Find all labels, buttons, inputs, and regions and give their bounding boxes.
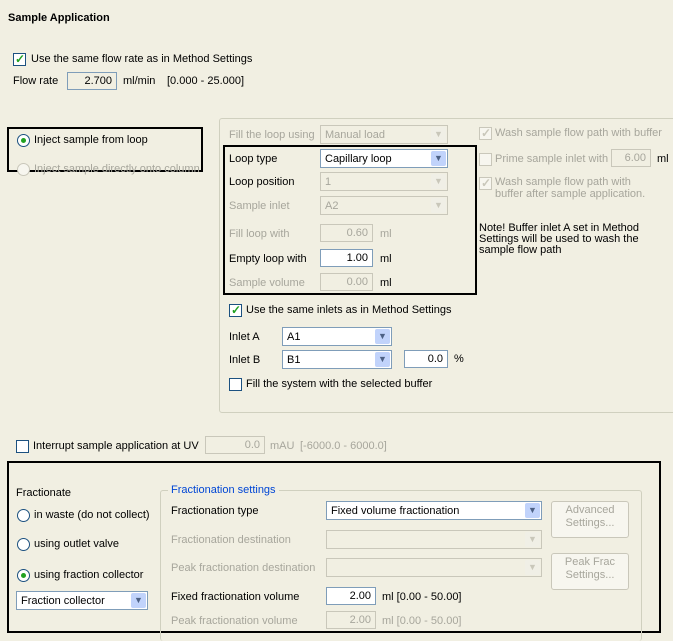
flow-rate-unit: ml/min xyxy=(123,75,156,87)
fraction-collector-dropdown[interactable]: Fraction collector ▼ xyxy=(16,591,148,610)
fractionation-destination-label: Fractionation destination xyxy=(171,534,291,546)
inject-from-loop-radio[interactable] xyxy=(17,134,30,147)
inlet-b-dropdown[interactable]: B1 ▼ xyxy=(282,350,392,369)
empty-loop-with-unit: ml xyxy=(380,253,392,265)
prime-inlet-unit: ml xyxy=(657,153,669,165)
waste-radio[interactable] xyxy=(17,509,30,522)
fill-system-checkbox[interactable] xyxy=(229,378,242,391)
interrupt-uv-checkbox[interactable] xyxy=(16,440,29,453)
loop-type-label: Loop type xyxy=(229,153,278,165)
chevron-down-icon: ▼ xyxy=(525,532,540,547)
check-icon: ✓ xyxy=(481,126,492,140)
sample-volume-input[interactable]: 0.00 xyxy=(320,273,373,291)
sample-inlet-label: Sample inlet xyxy=(229,200,290,212)
advanced-settings-button[interactable]: Advanced Settings... xyxy=(551,501,629,538)
peak-volume-input[interactable]: 2.00 xyxy=(326,611,376,629)
prime-inlet-input[interactable]: 6.00 xyxy=(611,149,651,167)
fill-system-label: Fill the system with the selected buffer xyxy=(246,378,433,390)
chevron-down-icon: ▼ xyxy=(431,198,446,213)
interrupt-uv-range: [-6000.0 - 6000.0] xyxy=(300,440,387,452)
wash-after-checkbox[interactable]: ✓ xyxy=(479,176,492,190)
sample-inlet-dropdown[interactable]: A2 ▼ xyxy=(320,196,448,215)
peak-volume-label: Peak fractionation volume xyxy=(171,615,298,627)
empty-loop-with-label: Empty loop with xyxy=(229,253,307,265)
same-flow-rate-label: Use the same flow rate as in Method Sett… xyxy=(31,53,253,65)
peak-fractionation-destination-label: Peak fractionation destination xyxy=(171,562,316,574)
chevron-down-icon: ▼ xyxy=(375,352,390,367)
fill-loop-with-label: Fill loop with xyxy=(229,228,290,240)
chevron-down-icon: ▼ xyxy=(431,151,446,166)
outlet-valve-label: using outlet valve xyxy=(34,538,119,550)
interrupt-uv-unit: mAU xyxy=(270,440,295,452)
chevron-down-icon: ▼ xyxy=(525,560,540,575)
fraction-collector-label: using fraction collector xyxy=(34,569,144,581)
empty-loop-with-input[interactable]: 1.00 xyxy=(320,249,373,267)
fractionation-type-label: Fractionation type xyxy=(171,505,259,517)
prime-inlet-checkbox[interactable] xyxy=(479,153,492,166)
fractionation-destination-dropdown[interactable]: ▼ xyxy=(326,530,542,549)
check-icon: ✓ xyxy=(15,52,26,66)
fixed-volume-label: Fixed fractionation volume xyxy=(171,591,300,603)
check-icon: ✓ xyxy=(231,303,242,317)
interrupt-uv-label: Interrupt sample application at UV xyxy=(33,440,199,452)
section-title: Sample Application xyxy=(8,12,110,24)
inlet-b-percent-input[interactable]: 0.0 xyxy=(404,350,448,368)
inject-from-loop-label: Inject sample from loop xyxy=(34,134,148,146)
inlet-b-label: Inlet B xyxy=(229,354,261,366)
chevron-down-icon: ▼ xyxy=(525,503,540,518)
chevron-down-icon: ▼ xyxy=(131,593,146,608)
peak-volume-unit: ml [0.00 - 50.00] xyxy=(382,615,462,627)
same-inlets-checkbox[interactable]: ✓ xyxy=(229,303,242,317)
interrupt-uv-input[interactable]: 0.0 xyxy=(205,436,265,454)
inject-direct-label: Inject sample directly onto column xyxy=(34,163,200,175)
loop-type-dropdown[interactable]: Capillary loop ▼ xyxy=(320,149,448,168)
fractionate-label: Fractionate xyxy=(16,487,72,499)
peak-frac-settings-button[interactable]: Peak Frac Settings... xyxy=(551,553,629,590)
fixed-volume-unit: ml [0.00 - 50.00] xyxy=(382,591,462,603)
inlet-a-dropdown[interactable]: A1 ▼ xyxy=(282,327,392,346)
same-flow-rate-checkbox[interactable]: ✓ xyxy=(13,52,26,66)
flow-rate-input[interactable]: 2.700 xyxy=(67,72,117,90)
wash-flow-path-label: Wash sample flow path with buffer xyxy=(495,127,662,139)
fill-loop-using-dropdown[interactable]: Manual load ▼ xyxy=(320,125,448,144)
fraction-collector-radio[interactable] xyxy=(17,569,30,582)
outlet-valve-radio[interactable] xyxy=(17,538,30,551)
flow-rate-range: [0.000 - 25.000] xyxy=(167,75,245,87)
sample-volume-unit: ml xyxy=(380,277,392,289)
loop-position-label: Loop position xyxy=(229,176,295,188)
chevron-down-icon: ▼ xyxy=(431,174,446,189)
same-inlets-label: Use the same inlets as in Method Setting… xyxy=(246,304,452,316)
fill-loop-with-input[interactable]: 0.60 xyxy=(320,224,373,242)
loop-position-dropdown[interactable]: 1 ▼ xyxy=(320,172,448,191)
check-icon: ✓ xyxy=(481,176,492,190)
sample-volume-label: Sample volume xyxy=(229,277,305,289)
buffer-note: Note! Buffer inlet A set in Method Setti… xyxy=(479,222,640,256)
chevron-down-icon: ▼ xyxy=(375,329,390,344)
prime-inlet-label: Prime sample inlet with xyxy=(495,153,609,165)
inlet-a-label: Inlet A xyxy=(229,331,260,343)
peak-fractionation-destination-dropdown[interactable]: ▼ xyxy=(326,558,542,577)
wash-after-label: Wash sample flow path with buffer after … xyxy=(495,176,646,200)
waste-label: in waste (do not collect) xyxy=(34,509,150,521)
fractionation-type-dropdown[interactable]: Fixed volume fractionation ▼ xyxy=(326,501,542,520)
flow-rate-label: Flow rate xyxy=(13,75,59,87)
inlet-b-percent-unit: % xyxy=(454,353,464,365)
fill-loop-with-unit: ml xyxy=(380,228,392,240)
wash-flow-path-checkbox[interactable]: ✓ xyxy=(479,126,492,140)
fractionation-settings-legend: Fractionation settings xyxy=(168,484,279,496)
fixed-volume-input[interactable]: 2.00 xyxy=(326,587,376,605)
inject-direct-radio[interactable] xyxy=(17,163,30,176)
fill-loop-using-label: Fill the loop using xyxy=(229,129,315,141)
chevron-down-icon: ▼ xyxy=(431,127,446,142)
